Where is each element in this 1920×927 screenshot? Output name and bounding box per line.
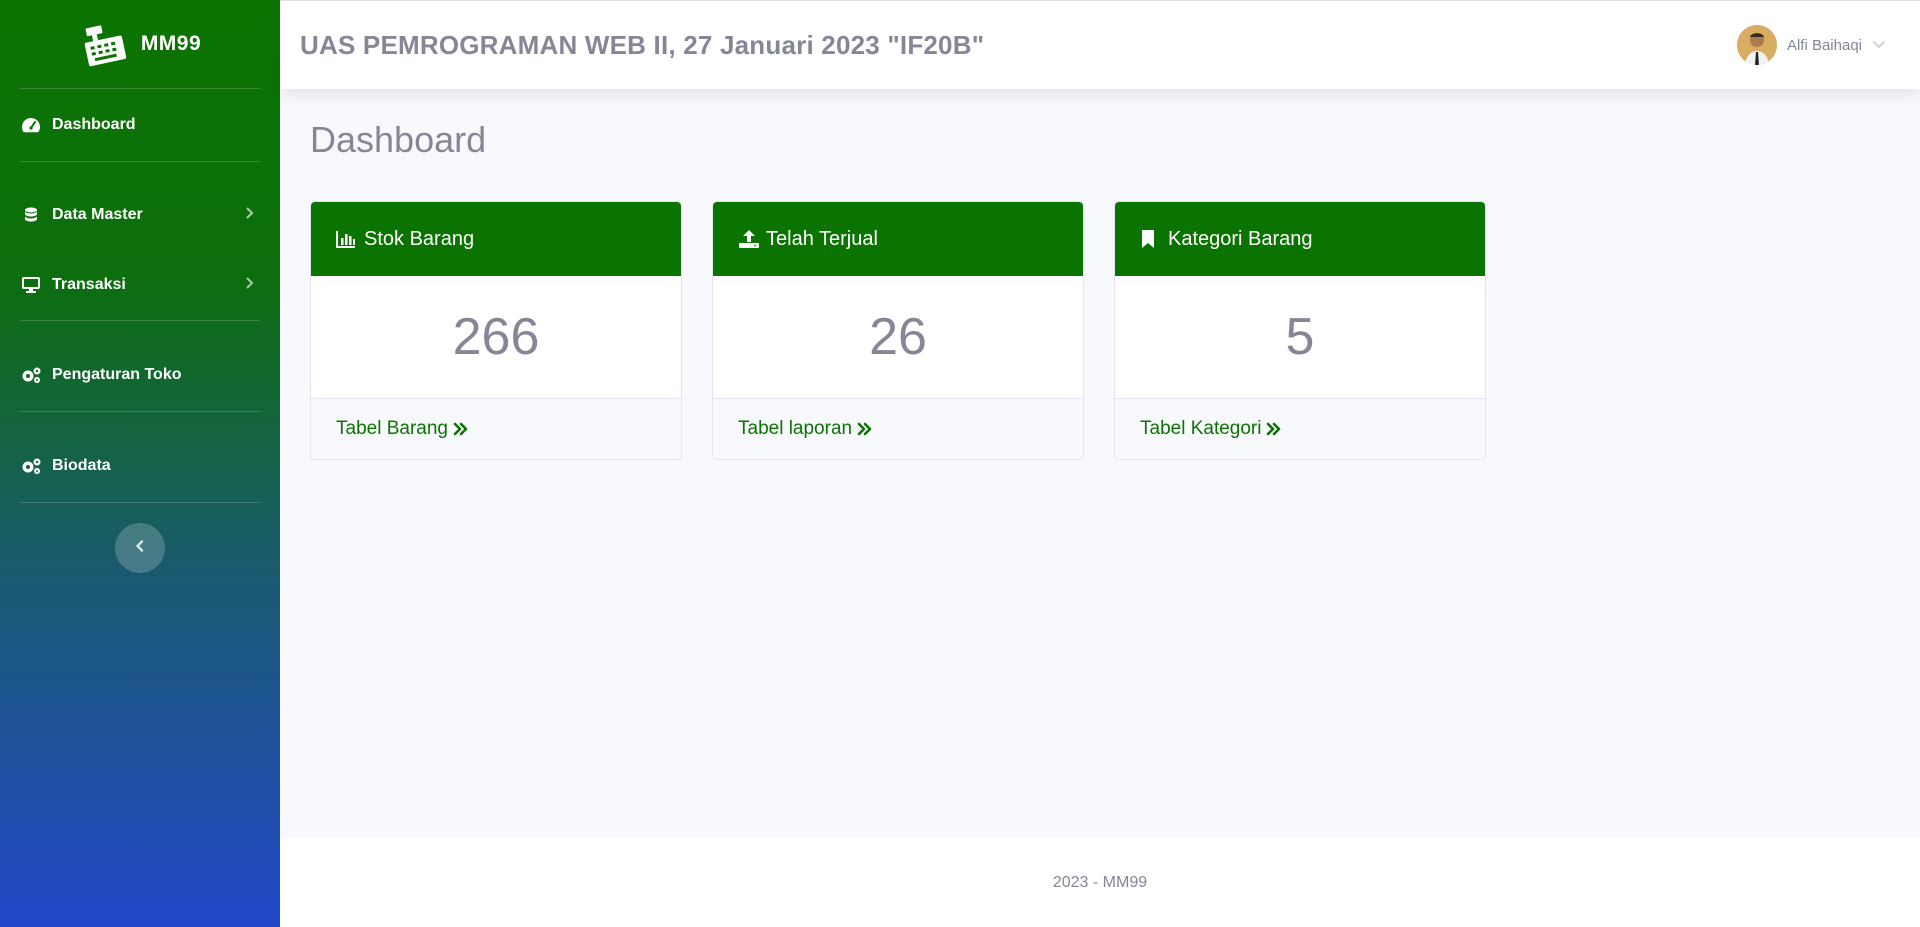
topbar: UAS PEMROGRAMAN WEB II, 27 Januari 2023 … (280, 0, 1920, 89)
card-header: Kategori Barang (1115, 202, 1485, 276)
brand-name: MM99 (140, 32, 202, 55)
card-title: Stok Barang (364, 227, 475, 250)
chevron-right-icon (246, 276, 254, 294)
database-icon (20, 206, 42, 224)
kategori-barang-card: Kategori Barang 5 Tabel Kategori (1114, 201, 1486, 460)
tabel-laporan-link[interactable]: Tabel laporan (713, 398, 1083, 459)
sidebar-item-dashboard[interactable]: Dashboard (0, 89, 280, 161)
chart-bar-icon (336, 229, 358, 249)
page-title: Dashboard (310, 119, 487, 160)
sidebar-item-pengaturan-toko[interactable]: Pengaturan Toko (0, 339, 280, 411)
card-header: Telah Terjual (713, 202, 1083, 276)
sidebar-item-label: Transaksi (52, 276, 126, 293)
tabel-kategori-link[interactable]: Tabel Kategori (1115, 398, 1485, 459)
card-value: 266 (452, 308, 540, 366)
desktop-icon (20, 276, 42, 294)
sidebar-item-label: Biodata (52, 457, 111, 474)
footer: 2023 - MM99 (280, 838, 1920, 927)
cogs-icon (20, 366, 42, 384)
sidebar-item-data-master[interactable]: Data Master (0, 180, 280, 250)
telah-terjual-card: Telah Terjual 26 Tabel laporan (712, 201, 1084, 460)
sidebar-item-label: Data Master (52, 206, 143, 223)
chevron-right-icon (246, 206, 254, 224)
user-dropdown[interactable]: Alfi Baihaqi (1736, 25, 1886, 65)
sidebar-item-label: Pengaturan Toko (52, 366, 182, 383)
cogs-icon (20, 457, 42, 475)
tabel-barang-link[interactable]: Tabel Barang (311, 398, 681, 459)
sidebar-item-biodata[interactable]: Biodata (0, 430, 280, 502)
brand-link[interactable]: MM99 (0, 0, 280, 88)
sidebar-item-transaksi[interactable]: Transaksi (0, 250, 280, 320)
sidebar: MM99 Dashboard Data Master Transaksi Pen… (0, 0, 280, 927)
card-link-label: Tabel Kategori (1140, 418, 1262, 439)
main-content: Dashboard Stok Barang 266 Tabel Barang T… (280, 89, 1920, 838)
card-value: 5 (1285, 308, 1315, 366)
chevron-down-icon (1872, 36, 1886, 54)
avatar (1736, 25, 1777, 65)
stok-barang-card: Stok Barang 266 Tabel Barang (310, 201, 682, 460)
tachometer-icon (20, 116, 42, 134)
card-link-label: Tabel laporan (738, 418, 853, 439)
angle-double-right-icon (857, 422, 873, 436)
card-row: Stok Barang 266 Tabel Barang Telah Terju… (310, 201, 1890, 460)
sidebar-toggle-button[interactable] (115, 523, 165, 573)
angle-double-right-icon (453, 422, 469, 436)
copyright-text: 2023 - MM99 (1052, 873, 1148, 891)
sidebar-divider (20, 411, 260, 412)
card-title: Kategori Barang (1168, 227, 1313, 250)
sidebar-divider (20, 161, 260, 162)
card-link-label: Tabel Barang (336, 418, 448, 439)
angle-double-right-icon (1266, 422, 1282, 436)
card-header: Stok Barang (311, 202, 681, 276)
chevron-left-icon (135, 539, 145, 557)
card-title: Telah Terjual (766, 227, 878, 250)
sidebar-item-label: Dashboard (52, 116, 136, 133)
page-heading-title: UAS PEMROGRAMAN WEB II, 27 Januari 2023 … (300, 29, 985, 60)
bookmark-icon (1140, 229, 1162, 249)
user-name: Alfi Baihaqi (1786, 36, 1862, 54)
sidebar-divider (20, 320, 260, 321)
card-value: 26 (869, 308, 927, 366)
upload-icon (738, 229, 760, 249)
cash-register-icon (79, 19, 129, 69)
sidebar-divider (20, 502, 260, 503)
